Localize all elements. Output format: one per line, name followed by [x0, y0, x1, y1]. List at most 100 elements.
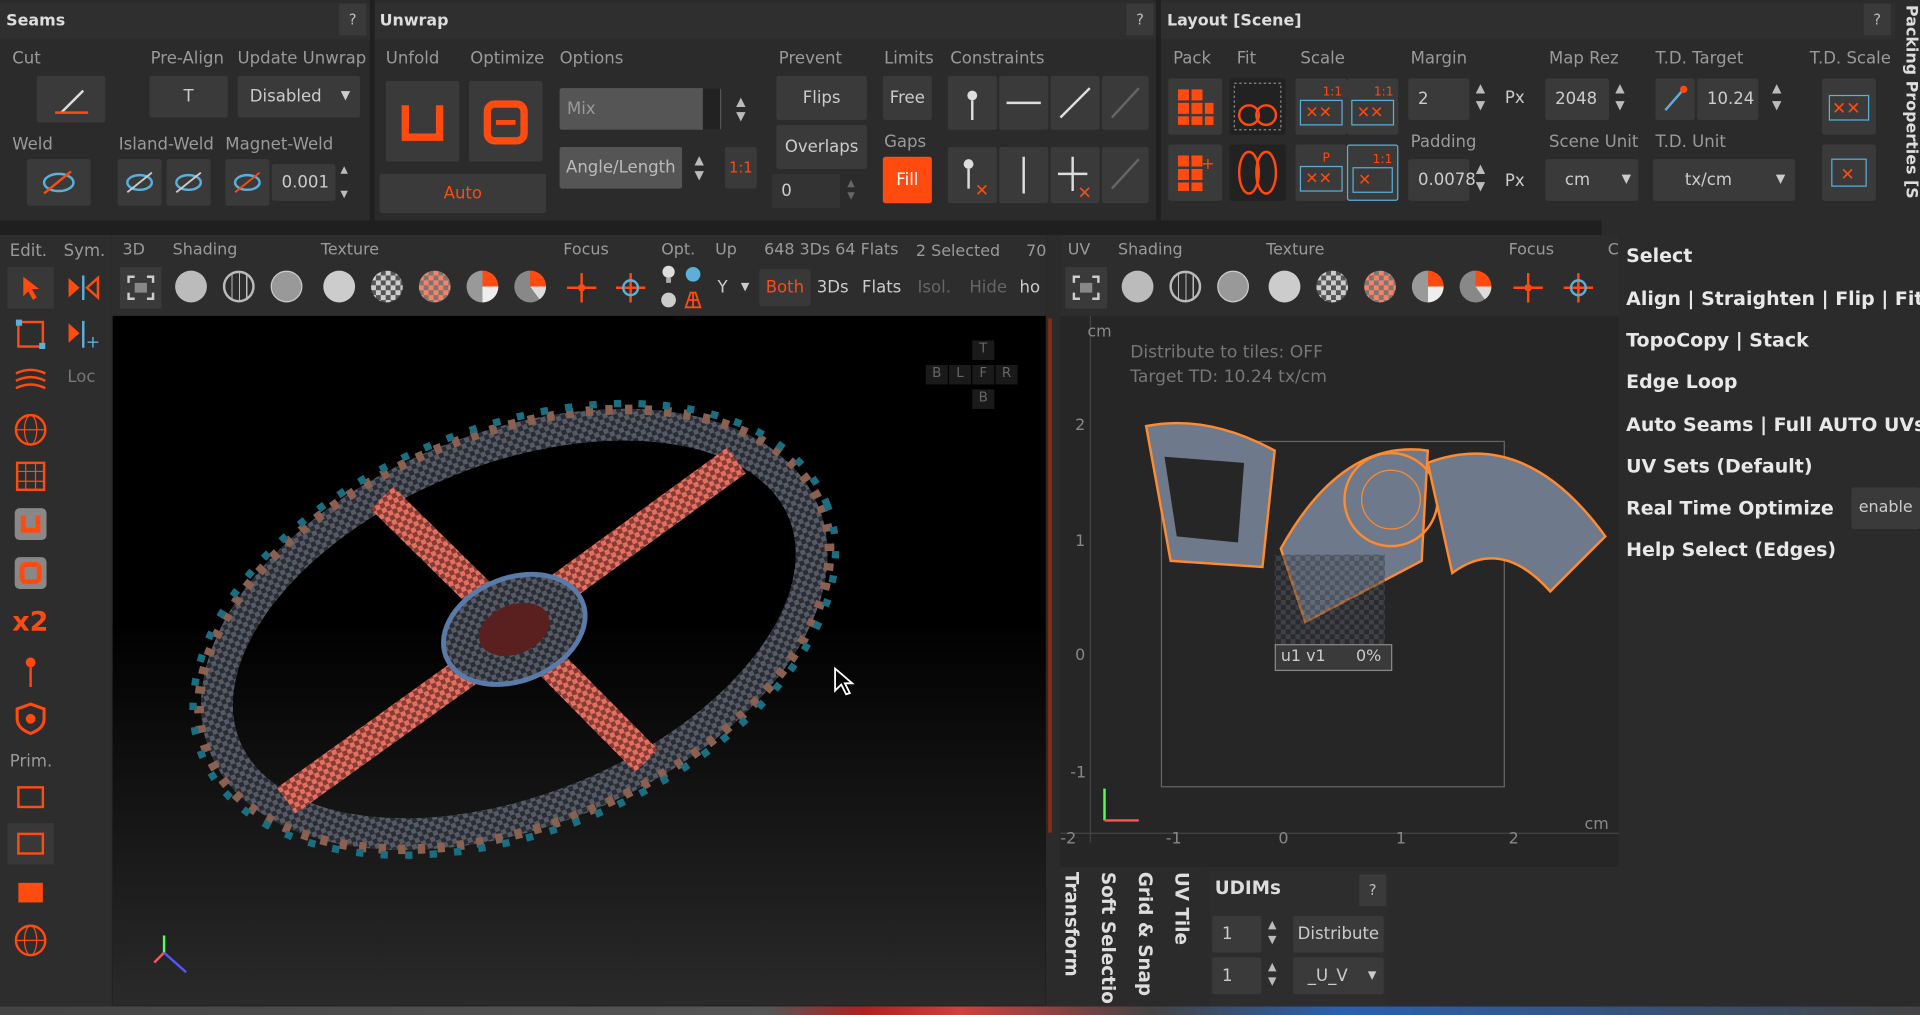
uv-tab-c[interactable]: C: [1608, 241, 1619, 259]
diagonal-constraint-button[interactable]: [1050, 75, 1100, 130]
uv-tab-texture[interactable]: Texture: [1266, 241, 1324, 259]
tab-texture[interactable]: Texture: [321, 241, 379, 259]
fill-button[interactable]: Fill: [882, 156, 932, 204]
pack-button[interactable]: [1168, 78, 1223, 135]
td-target-input[interactable]: 10.24: [1697, 78, 1759, 121]
prim-rect-selected-tool[interactable]: [7, 822, 54, 865]
filter-3ds-button[interactable]: 3Ds: [813, 269, 853, 307]
padding-input[interactable]: 0.0078: [1408, 159, 1476, 201]
td-scale-alt-button[interactable]: ✕: [1822, 144, 1876, 201]
uv-tab-focus[interactable]: Focus: [1509, 241, 1554, 259]
pre-align-button[interactable]: T: [149, 75, 228, 118]
map-rez-input[interactable]: 2048: [1545, 78, 1609, 121]
pack-add-button[interactable]: +: [1168, 144, 1223, 201]
padding-spinner[interactable]: ▲ ▼: [1474, 162, 1486, 196]
menu-uv-sets[interactable]: UV Sets (Default): [1626, 456, 1812, 478]
shading-wire-icon[interactable]: [222, 270, 255, 303]
uv-tab-shading[interactable]: Shading: [1118, 241, 1183, 259]
flatten-tool[interactable]: [7, 360, 54, 402]
filter-both-button[interactable]: Both: [759, 269, 811, 307]
option-light-button[interactable]: [658, 262, 680, 286]
sphere-tool[interactable]: [7, 409, 54, 451]
td-target-spinner[interactable]: ▲ ▼: [1771, 81, 1783, 115]
grid-tool[interactable]: [7, 456, 54, 498]
x2-tool[interactable]: x2: [12, 607, 48, 638]
uv-frame-button[interactable]: [1065, 266, 1107, 309]
island-weld-alt-button[interactable]: [166, 159, 211, 206]
margin-input[interactable]: 2: [1408, 78, 1470, 121]
cut-button[interactable]: [36, 75, 106, 123]
unwrap-help-button[interactable]: ?: [1126, 3, 1154, 36]
filter-flats-button[interactable]: Flats: [857, 269, 907, 307]
auto-button[interactable]: Auto: [379, 173, 547, 214]
prim-fill-tool[interactable]: [7, 872, 54, 914]
tab-soft-selection[interactable]: Soft Selectio: [1097, 872, 1119, 1004]
td-scale-button[interactable]: ✕✕: [1822, 78, 1876, 135]
isolate-button[interactable]: Isol.: [913, 269, 956, 307]
shading-mixed-icon[interactable]: [270, 270, 303, 303]
up-axis-select[interactable]: Y ▼: [710, 269, 755, 307]
fit-stretch-button[interactable]: [1229, 144, 1286, 201]
option-ball-button[interactable]: [658, 289, 680, 311]
uv-canvas[interactable]: cm 2 1 0 -1 -2 -1 0 1 2 cm Distribute to…: [1060, 315, 1619, 867]
shield-tool[interactable]: [7, 698, 54, 740]
angle-length-spinner[interactable]: ▲ ▼: [693, 154, 705, 183]
uv-shading-solid-icon[interactable]: [1121, 270, 1154, 303]
tab-grid-snap[interactable]: Grid & Snap: [1134, 872, 1156, 996]
flips-button[interactable]: Flips: [776, 75, 867, 121]
unfold-tool[interactable]: [7, 502, 54, 546]
horizontal-constraint-button[interactable]: [999, 75, 1049, 130]
focus-selection-button[interactable]: [563, 269, 600, 306]
texture-checker-icon[interactable]: [371, 270, 403, 303]
optimize-button[interactable]: [468, 80, 543, 162]
texture-color-checker-icon[interactable]: [418, 270, 451, 303]
uv-texture-distort-icon[interactable]: [1411, 270, 1444, 303]
symmetry-add-tool[interactable]: +: [61, 313, 105, 355]
clear-disabled-button[interactable]: [1102, 146, 1149, 204]
udims-u-spinner[interactable]: ▲ ▼: [1266, 918, 1278, 947]
uv-focus-all-button[interactable]: [1560, 269, 1597, 306]
udims-help-button[interactable]: ?: [1359, 874, 1387, 907]
menu-help-select[interactable]: Help Select (Edges): [1626, 539, 1836, 561]
menu-align[interactable]: Align | Straighten | Flip | Fit: [1626, 288, 1920, 310]
frame-all-button[interactable]: [120, 266, 162, 309]
tab-opt[interactable]: Opt.: [661, 241, 695, 259]
box-select-tool[interactable]: [7, 313, 54, 355]
udims-v-spinner[interactable]: ▲ ▼: [1266, 960, 1278, 989]
tab-shading[interactable]: Shading: [173, 241, 238, 259]
ratio-button[interactable]: 1:1: [724, 146, 757, 189]
shading-solid-icon[interactable]: [175, 270, 207, 303]
focus-all-button[interactable]: [612, 269, 649, 306]
uv-shading-wire-icon[interactable]: [1169, 270, 1202, 303]
mix-select[interactable]: Mix: [559, 88, 722, 130]
uv-texture-checker-icon[interactable]: [1316, 270, 1349, 303]
scene-unit-select[interactable]: cm ▼: [1545, 159, 1639, 201]
island-weld-button[interactable]: [117, 159, 162, 206]
select-tool[interactable]: [7, 266, 54, 309]
magnet-weld-button[interactable]: [225, 159, 270, 206]
view-cube-right[interactable]: R: [995, 364, 1018, 385]
magnet-weld-spinner[interactable]: ▲ ▼: [338, 164, 350, 201]
scale-p-button[interactable]: ✕✕ P: [1295, 144, 1347, 201]
tab-focus[interactable]: Focus: [563, 241, 608, 259]
view-cube-bottom[interactable]: B: [972, 389, 995, 409]
layout-help-button[interactable]: ?: [1863, 3, 1891, 36]
option-env-button[interactable]: [682, 262, 704, 286]
udims-v-input[interactable]: 1: [1212, 957, 1262, 995]
hide-button[interactable]: Hide: [964, 269, 1012, 307]
vertical-constraint-button[interactable]: [999, 146, 1049, 204]
tab-3d[interactable]: 3D: [122, 241, 144, 259]
uv-texture-color-checker-icon[interactable]: [1364, 270, 1396, 303]
uv-shading-mixed-icon[interactable]: [1217, 270, 1249, 303]
menu-select[interactable]: Select: [1626, 245, 1692, 267]
tab-up[interactable]: Up: [715, 241, 737, 259]
td-unit-select[interactable]: tx/cm ▼: [1653, 159, 1796, 201]
unfold-button[interactable]: [385, 80, 460, 162]
map-rez-spinner[interactable]: ▲ ▼: [1614, 81, 1626, 115]
view-cube-left[interactable]: L: [948, 364, 972, 385]
uv-focus-selection-button[interactable]: [1510, 269, 1547, 306]
magnet-weld-input[interactable]: 0.001: [271, 164, 336, 201]
seams-help-button[interactable]: ?: [339, 3, 367, 36]
option-grid-button[interactable]: [682, 289, 704, 311]
overlaps-button[interactable]: Overlaps: [776, 124, 867, 169]
